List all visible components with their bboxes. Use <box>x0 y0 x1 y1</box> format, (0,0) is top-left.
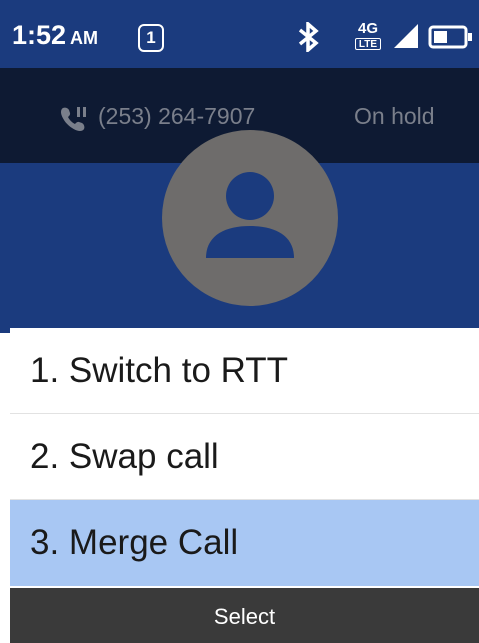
menu-item-swap-call[interactable]: 2. Swap call <box>10 414 479 500</box>
menu-item-merge-call[interactable]: 3. Merge Call <box>10 500 479 586</box>
signal-icon <box>394 24 418 48</box>
phone-hold-icon <box>61 107 86 131</box>
call-status-label: On hold <box>354 103 435 129</box>
bluetooth-icon <box>298 22 319 52</box>
sim-slot-badge: 1 <box>138 24 164 52</box>
softkey-bar: Select <box>10 588 479 643</box>
caller-phone-number: (253) 264-7907 <box>98 103 256 129</box>
call-options-menu: 1. Switch to RTT 2. Swap call 3. Merge C… <box>10 328 479 586</box>
select-softkey[interactable]: Select <box>10 588 479 643</box>
clock: 1:52 AM <box>12 20 98 53</box>
network-type-label: 4G <box>357 20 378 37</box>
phone-screen: 1:52AM 1 4G LTE (253) 264-7907 On hold <box>0 0 479 643</box>
battery-icon <box>428 25 472 49</box>
clock-ampm: AM <box>70 28 99 48</box>
contact-avatar <box>162 130 338 306</box>
network-lte-label: LTE <box>355 38 381 50</box>
network-4g-lte-icon: 4G LTE <box>353 20 383 52</box>
status-bar: 1:52 AM 1 4G LTE <box>0 0 479 68</box>
clock-time: 1:52 <box>12 20 67 50</box>
avatar-person-icon <box>206 172 294 258</box>
menu-item-switch-to-rtt[interactable]: 1. Switch to RTT <box>10 328 479 414</box>
